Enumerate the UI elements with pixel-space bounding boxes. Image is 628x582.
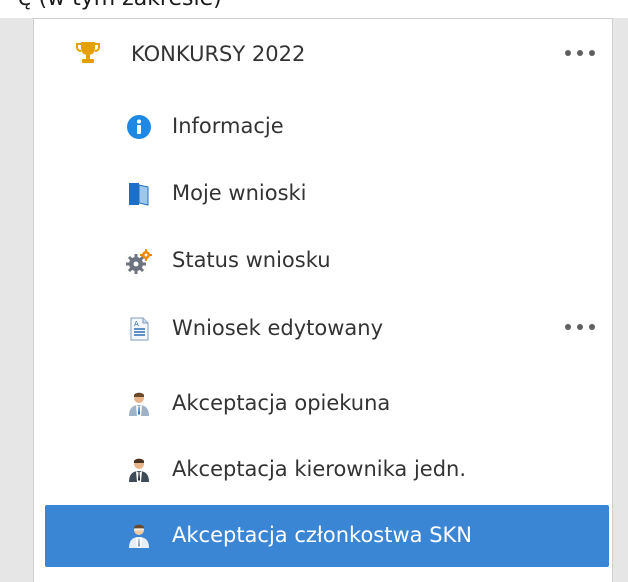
menu-section-konkursy-2022[interactable]: KONKURSY 2022 [45, 24, 609, 86]
menu-item-wniosek-edytowany[interactable]: A Wniosek edytowany [45, 298, 609, 360]
gears-icon [126, 248, 152, 274]
menu-item-label: Akceptacja członkostwa SKN [172, 523, 473, 547]
trophy-icon [75, 39, 101, 65]
svg-text:A: A [134, 320, 139, 328]
more-dots-icon[interactable] [565, 320, 595, 334]
section-title: KONKURSY 2022 [131, 42, 306, 66]
manager-icon [126, 457, 152, 483]
menu-item-akceptacja-kierownika[interactable]: Akceptacja kierownika jedn. [45, 439, 609, 501]
menu-item-label: Status wniosku [172, 248, 331, 272]
edited-document-icon: A [126, 316, 152, 342]
menu-item-akceptacja-opiekuna[interactable]: Akceptacja opiekuna [45, 373, 609, 435]
more-dots-icon[interactable] [565, 46, 595, 60]
menu-item-label: Akceptacja kierownika jedn. [172, 457, 467, 481]
menu-item-status-wniosku[interactable]: Status wniosku [45, 230, 609, 292]
menu-item-akceptacja-czlonkostwa-skn[interactable]: Akceptacja członkostwa SKN [45, 505, 609, 567]
member-icon [126, 523, 152, 549]
menu-item-label: Akceptacja opiekuna [172, 391, 391, 415]
menu-item-label: Informacje [172, 114, 284, 138]
menu-item-label: Wniosek edytowany [172, 316, 383, 340]
user-tie-icon [126, 391, 152, 417]
menu-item-moje-wnioski[interactable]: Moje wnioski [45, 163, 609, 225]
info-icon [126, 114, 152, 140]
menu-item-informacje[interactable]: Informacje [45, 96, 609, 158]
document-folder-icon [126, 181, 152, 207]
menu-item-label: Moje wnioski [172, 181, 307, 205]
top-partial-text-strip: ę (w tym zakresie) [0, 0, 628, 18]
top-partial-text: ę (w tym zakresie) [18, 0, 222, 11]
